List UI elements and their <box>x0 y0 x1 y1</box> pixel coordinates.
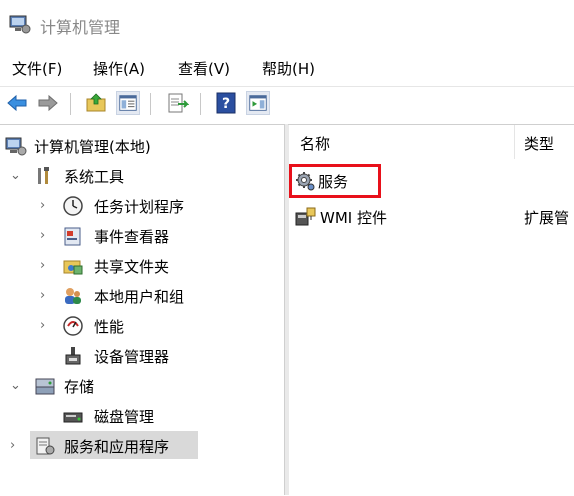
toolbar-separator <box>150 93 151 115</box>
show-hide-tree-icon[interactable] <box>116 91 140 115</box>
users-icon <box>65 288 81 304</box>
computer-management-icon <box>9 15 31 34</box>
tree-item-services-apps[interactable]: › 服务和应用程序 <box>0 433 280 459</box>
tree-item-disk-management[interactable]: 磁盘管理 <box>0 403 280 429</box>
toolbar-separator <box>200 93 201 115</box>
tree-label: 事件查看器 <box>94 228 170 246</box>
tree-label: 存储 <box>64 378 95 396</box>
tree-label: 共享文件夹 <box>94 258 170 276</box>
chevron-right-icon[interactable]: › <box>40 198 52 213</box>
device-manager-icon <box>65 347 81 365</box>
tree-item-task-scheduler[interactable]: › 任务计划程序 <box>0 193 280 219</box>
tree-label: 任务计划程序 <box>94 198 185 216</box>
storage-icon <box>35 378 55 395</box>
toolbar: ? <box>0 86 574 121</box>
tree-item-local-users[interactable]: › 本地用户和组 <box>0 283 280 309</box>
disk-icon <box>63 412 83 423</box>
tree-item-device-manager[interactable]: 设备管理器 <box>0 343 280 369</box>
column-header-name[interactable]: 名称 <box>300 133 330 154</box>
menu-file[interactable]: 文件(F) <box>12 58 62 79</box>
performance-gauge-icon <box>63 316 83 336</box>
tree-label: 计算机管理(本地) <box>34 138 151 156</box>
shared-folder-icon <box>63 260 83 275</box>
column-separator[interactable] <box>514 125 515 159</box>
chevron-down-icon[interactable]: ⌄ <box>10 378 22 393</box>
toolbar-separator <box>70 93 71 115</box>
menu-bar: 文件(F) 操作(A) 查看(V) 帮助(H) <box>0 52 574 82</box>
tree-label: 性能 <box>94 318 125 336</box>
tree-item-storage[interactable]: ⌄ 存储 <box>0 373 280 399</box>
tree-label: 服务和应用程序 <box>64 438 170 456</box>
window-title: 计算机管理 <box>40 18 121 37</box>
chevron-down-icon[interactable]: ⌄ <box>10 168 22 183</box>
results-pane: 名称 类型 服务 WMI 控件 扩展管 <box>288 124 574 496</box>
clock-icon <box>63 196 83 216</box>
tree-label: 本地用户和组 <box>94 288 185 306</box>
chevron-right-icon[interactable]: › <box>10 438 22 453</box>
wmi-control-icon <box>295 207 316 226</box>
tree-item-system-tools[interactable]: ⌄ 系统工具 <box>0 163 280 189</box>
list-item-label: WMI 控件 <box>320 209 387 227</box>
list-item-type: 扩展管 <box>524 209 570 227</box>
chevron-right-icon[interactable]: › <box>40 228 52 243</box>
forward-arrow-icon[interactable] <box>36 91 60 115</box>
console-tree-pane: 计算机管理(本地) ⌄ 系统工具 › 任务计划程序 › 事件查看器 › 共享文件… <box>0 124 284 496</box>
help-icon[interactable]: ? <box>214 91 238 115</box>
column-header-type[interactable]: 类型 <box>524 133 554 154</box>
chevron-right-icon[interactable]: › <box>40 288 52 303</box>
menu-action[interactable]: 操作(A) <box>93 58 145 79</box>
export-list-icon[interactable] <box>165 91 189 115</box>
tree-label: 系统工具 <box>64 168 125 186</box>
up-folder-icon[interactable] <box>84 91 108 115</box>
computer-management-icon <box>5 137 27 156</box>
menu-help[interactable]: 帮助(H) <box>262 58 315 79</box>
title-bar: 计算机管理 <box>0 0 574 48</box>
red-annotation-box <box>289 164 381 198</box>
tools-icon <box>38 167 49 184</box>
action-pane-icon[interactable] <box>246 91 270 115</box>
svg-text:?: ? <box>222 96 230 112</box>
tree-item-event-viewer[interactable]: › 事件查看器 <box>0 223 280 249</box>
tree-label: 设备管理器 <box>94 348 170 366</box>
back-arrow-icon[interactable] <box>5 91 29 115</box>
chevron-right-icon[interactable]: › <box>40 318 52 333</box>
event-viewer-icon <box>64 227 81 246</box>
tree-label: 磁盘管理 <box>94 408 155 426</box>
tree-item-performance[interactable]: › 性能 <box>0 313 280 339</box>
tree-item-shared-folders[interactable]: › 共享文件夹 <box>0 253 280 279</box>
chevron-right-icon[interactable]: › <box>40 258 52 273</box>
menu-view[interactable]: 查看(V) <box>178 58 230 79</box>
services-apps-icon <box>36 437 55 455</box>
tree-item-root[interactable]: 计算机管理(本地) <box>0 133 280 159</box>
